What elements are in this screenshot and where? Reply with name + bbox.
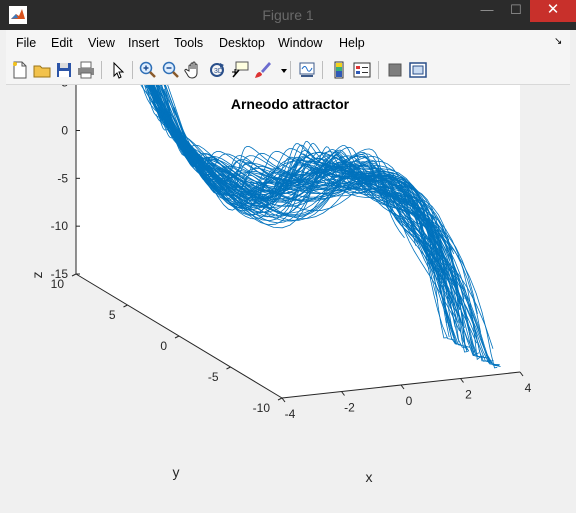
y-tick — [226, 366, 231, 370]
x-tick-label: 4 — [525, 381, 532, 395]
y-tick-label: 0 — [160, 339, 167, 353]
toolbar-separator — [322, 61, 323, 79]
zoom-out-icon[interactable] — [161, 60, 181, 80]
z-axis-label: z — [29, 272, 45, 279]
figure-client-area: -4-2024-10-50510-15-10-5051015 Arneodo a… — [6, 85, 570, 507]
chart-title: Arneodo attractor — [231, 96, 350, 112]
dock-arrow-icon[interactable]: ↘ — [554, 36, 562, 47]
x-tick — [460, 378, 464, 383]
maximize-button[interactable]: ☐ — [502, 0, 530, 22]
menu-desktop[interactable]: Desktop — [219, 36, 265, 50]
edit-plot-arrow-icon[interactable] — [108, 60, 128, 80]
title-bar: Figure 1 — ☐ ✕ — [0, 0, 576, 30]
svg-text:3D: 3D — [214, 68, 223, 75]
y-tick — [277, 397, 283, 401]
toolbar-separator — [290, 61, 291, 79]
toolbar-separator — [378, 61, 379, 79]
open-file-icon[interactable] — [32, 60, 52, 80]
z-tick-label: -15 — [51, 267, 69, 281]
y-tick — [174, 335, 180, 339]
z-tick-label: 5 — [61, 85, 68, 90]
toolbar-separator — [101, 61, 102, 79]
pan-hand-icon[interactable] — [184, 60, 204, 80]
menu-insert[interactable]: Insert — [128, 36, 159, 50]
x-tick-label: 0 — [406, 394, 413, 408]
figure-toolbar: 3D — [6, 56, 570, 85]
insert-colorbar-icon[interactable] — [329, 60, 349, 80]
y-tick — [123, 304, 128, 308]
menu-bar: File Edit View Insert Tools Desktop Wind… — [6, 30, 570, 56]
menu-tools[interactable]: Tools — [174, 36, 203, 50]
z-tick-label: -5 — [57, 171, 68, 185]
save-icon[interactable] — [54, 60, 74, 80]
print-icon[interactable] — [76, 60, 96, 80]
y-tick — [71, 273, 77, 277]
brush-icon[interactable] — [253, 60, 273, 80]
axes-box-bottom — [76, 85, 520, 398]
y-tick-label: 5 — [109, 308, 116, 322]
figure-canvas[interactable]: -4-2024-10-50510-15-10-5051015 Arneodo a… — [6, 85, 570, 507]
y-tick-label: -5 — [208, 370, 219, 384]
menu-file[interactable]: File — [16, 36, 36, 50]
hide-plot-tools-icon[interactable] — [385, 60, 405, 80]
x-tick — [519, 371, 524, 377]
menu-view[interactable]: View — [88, 36, 115, 50]
close-button[interactable]: ✕ — [530, 0, 576, 22]
minimize-button[interactable]: — — [472, 0, 502, 22]
x-tick — [281, 397, 286, 403]
insert-legend-icon[interactable] — [352, 60, 372, 80]
data-cursor-icon[interactable] — [230, 60, 250, 80]
menu-edit[interactable]: Edit — [51, 36, 73, 50]
menu-window[interactable]: Window — [278, 36, 322, 50]
toolbar-separator — [132, 61, 133, 79]
y-axis-label: y — [173, 464, 180, 480]
zoom-in-icon[interactable] — [138, 60, 158, 80]
z-tick-label: -10 — [51, 219, 69, 233]
x-tick — [400, 384, 405, 390]
x-tick — [341, 391, 345, 396]
new-figure-icon[interactable] — [10, 60, 30, 80]
link-plot-icon[interactable] — [297, 60, 317, 80]
x-axis-label: x — [366, 469, 373, 485]
show-plot-tools-icon[interactable] — [408, 60, 428, 80]
menu-help[interactable]: Help — [339, 36, 365, 50]
x-tick-label: -2 — [344, 401, 355, 415]
y-tick-label: -10 — [253, 401, 271, 415]
x-tick-label: -4 — [285, 407, 296, 421]
z-tick-label: 0 — [61, 124, 68, 138]
x-tick-label: 2 — [465, 388, 472, 402]
brush-dropdown-icon[interactable] — [274, 60, 287, 80]
rotate-3d-icon[interactable]: 3D — [207, 60, 227, 80]
